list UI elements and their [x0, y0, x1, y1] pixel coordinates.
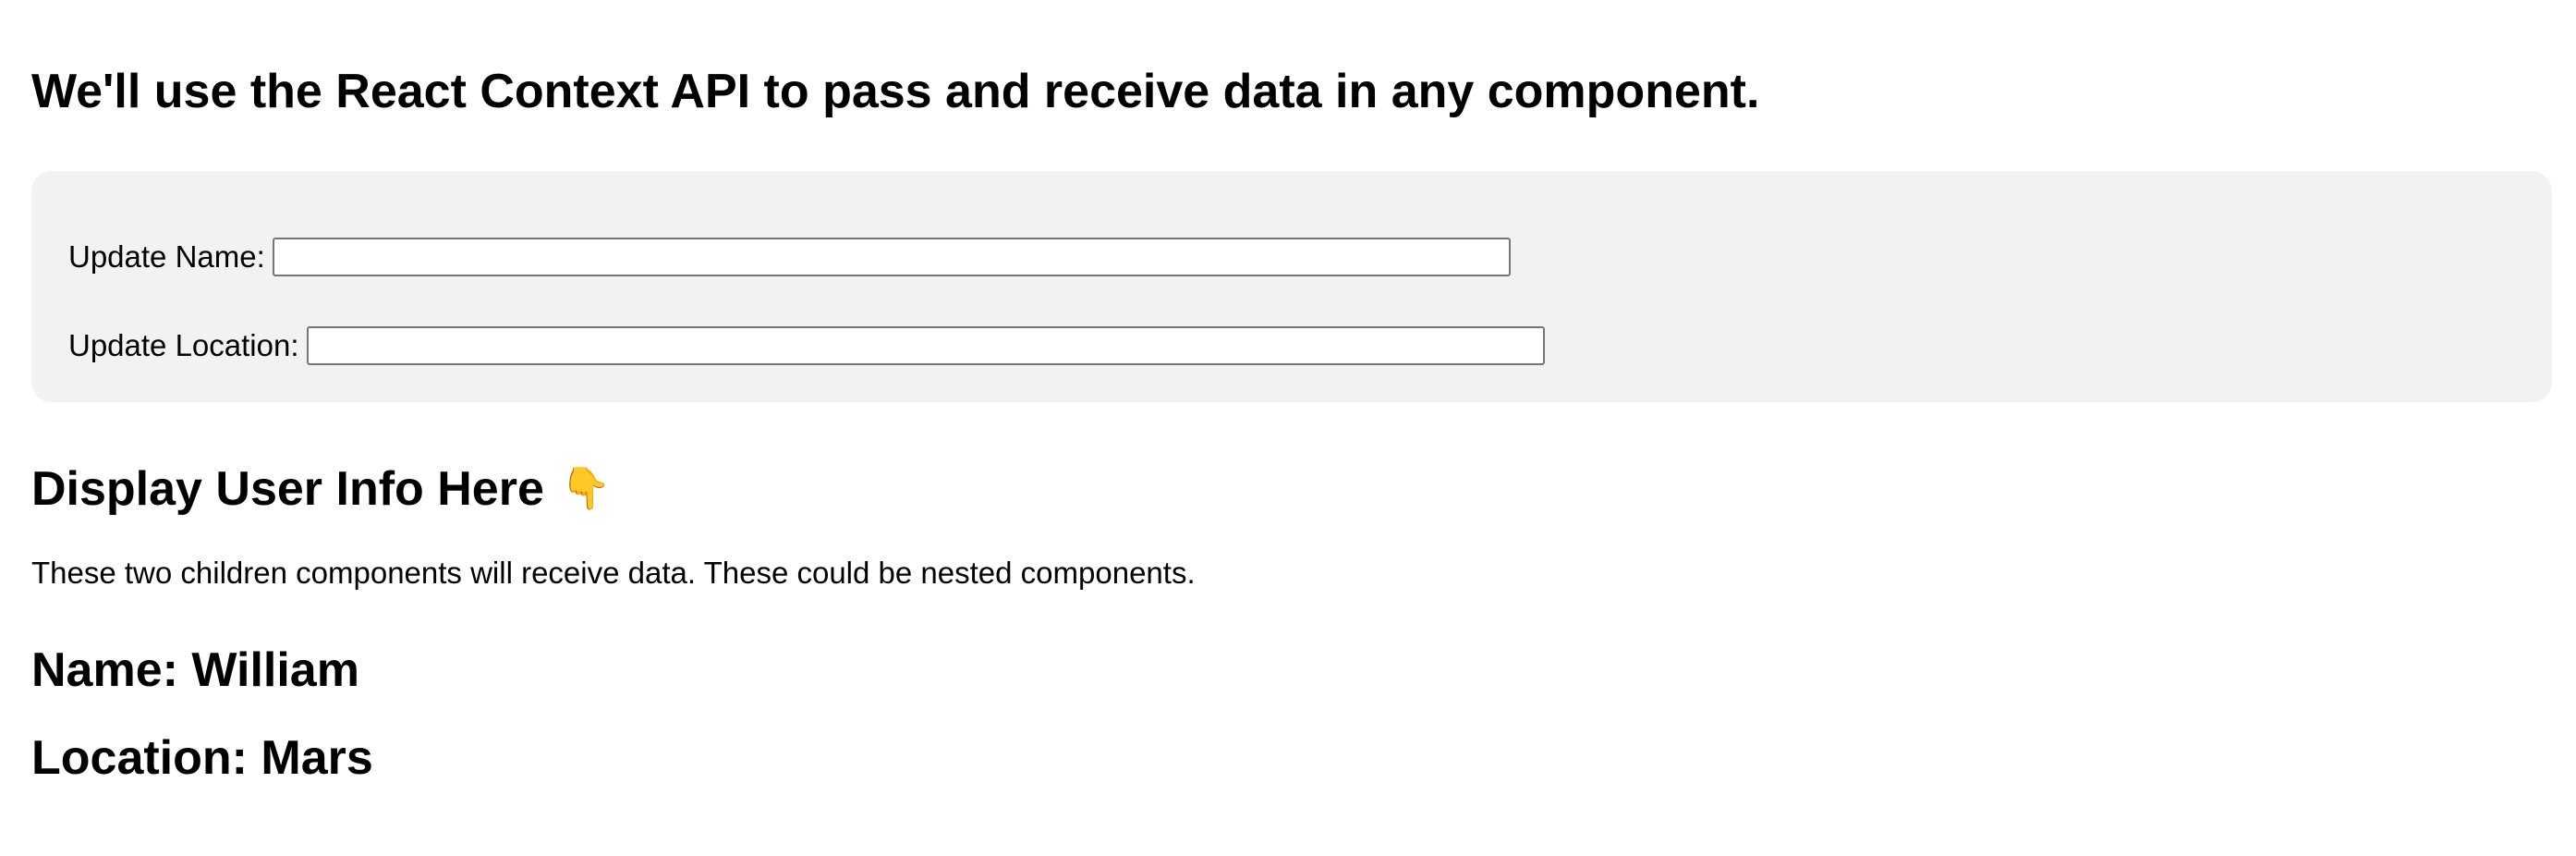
- user-location-display: Location: Mars: [31, 731, 373, 785]
- update-name-row: Update Name:: [68, 237, 1511, 277]
- update-location-label: Update Location:: [68, 328, 299, 362]
- display-section-title: Display User Info Here 👇: [31, 460, 612, 518]
- update-name-label: Update Name:: [68, 239, 265, 274]
- page-headline: We'll use the React Context API to pass …: [31, 65, 1760, 118]
- update-form-panel: [31, 171, 2552, 402]
- pointing-down-hand-icon: 👇: [560, 466, 612, 511]
- display-section-description: These two children components will recei…: [31, 556, 1196, 590]
- update-name-input[interactable]: [272, 238, 1511, 276]
- user-name-display: Name: William: [31, 643, 359, 697]
- update-location-row: Update Location:: [68, 325, 1545, 366]
- update-location-input[interactable]: [306, 326, 1545, 365]
- display-section-title-text: Display User Info Here: [31, 462, 544, 516]
